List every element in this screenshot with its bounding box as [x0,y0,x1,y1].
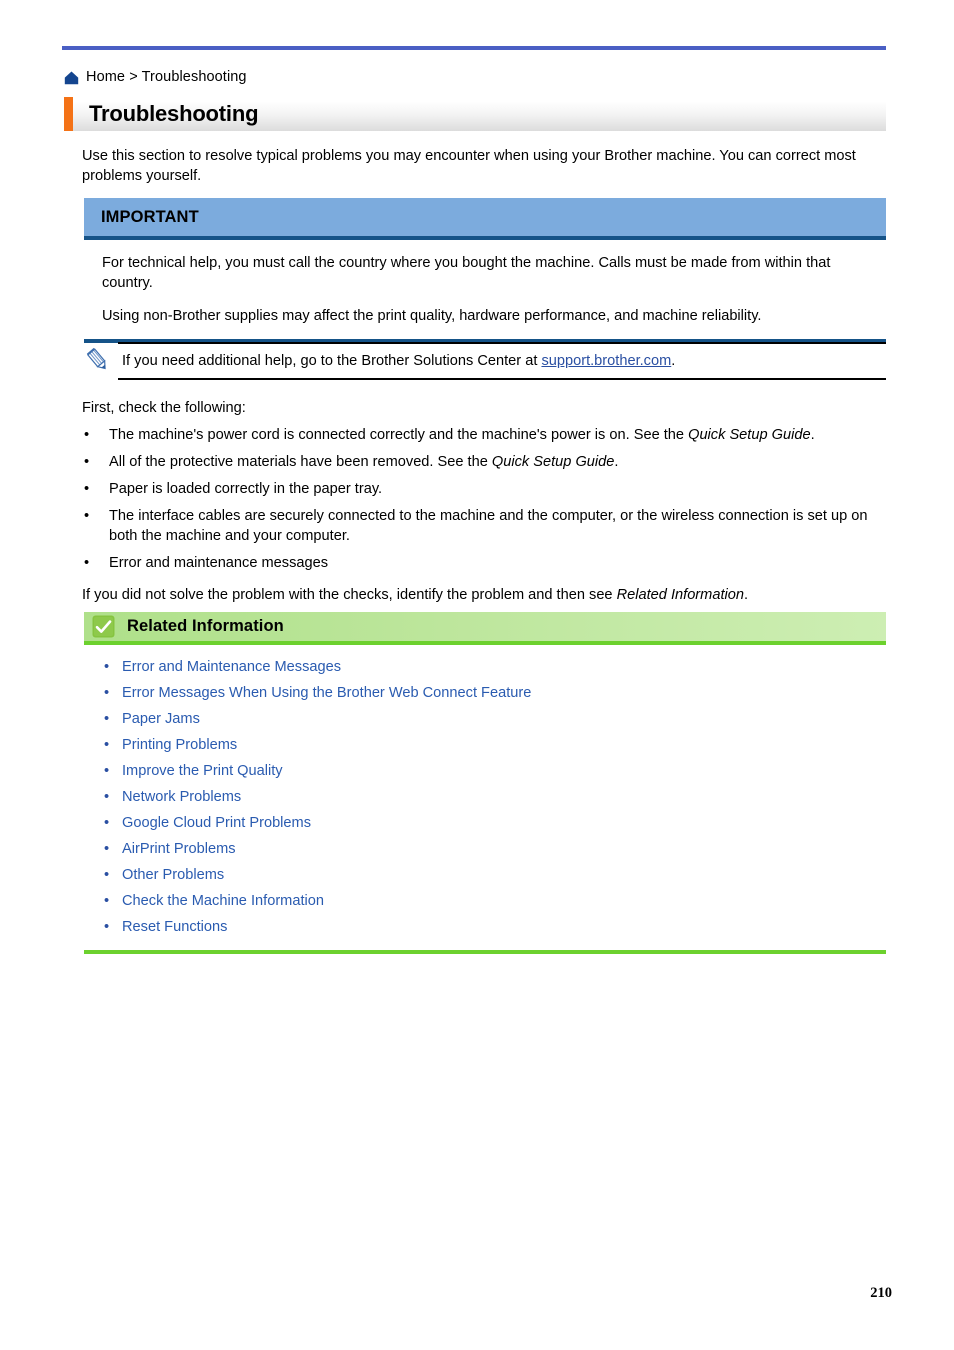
bullet-marker: • [104,685,110,701]
breadcrumb: Home > Troubleshooting [64,66,247,88]
bullet-marker: • [104,737,110,753]
related-link[interactable]: Paper Jams [122,709,200,730]
checks-tail-end: . [743,587,749,603]
related-link[interactable]: Google Cloud Print Problems [122,813,311,834]
bullet-marker: • [84,508,90,524]
list-item: • Other Problems [84,865,886,886]
bullet-marker: • [84,481,90,497]
list-item-tail: . [810,427,815,443]
list-item: • Printing Problems [84,735,886,756]
document-page: Home > Troubleshooting Troubleshooting U… [0,0,954,1350]
list-item-tail: . [614,454,619,470]
bullet-marker: • [104,893,110,909]
related-information-header: Related Information [84,612,886,645]
breadcrumb-text[interactable]: Home > Troubleshooting [86,69,247,85]
related-link[interactable]: Network Problems [122,787,241,808]
note-text: If you need additional help, go to the B… [122,351,886,371]
important-paragraph: For technical help, you must call the co… [102,255,831,291]
list-item-text: All of the protective materials have bee… [109,452,894,472]
list-item-text: Error and maintenance messages [109,555,329,571]
bullet-marker: • [104,711,110,727]
list-item-text: The machine's power cord is connected co… [109,425,894,445]
list-item: • Reset Functions [84,917,886,938]
important-callout: IMPORTANT For technical help, you must c… [84,198,886,343]
list-item-emphasis: Quick Setup Guide [491,454,615,470]
list-item: • The interface cables are securely conn… [82,506,894,546]
related-link[interactable]: Check the Machine Information [122,891,324,912]
note-text-after: . [671,353,676,369]
related-information-section: Related Information • Error and Maintena… [84,612,886,954]
bullet-marker: • [104,789,110,805]
list-item: • Check the Machine Information [84,891,886,912]
list-item-lead: All of the protective materials have bee… [109,454,492,470]
list-item: • Network Problems [84,787,886,808]
list-item: • The machine's power cord is connected … [82,425,894,445]
important-paragraph: Using non-Brother supplies may affect th… [102,308,762,324]
title-accent-marker [64,97,73,131]
list-item-text: The interface cables are securely connec… [109,508,868,544]
support-link[interactable]: support.brother.com [541,353,671,369]
bullet-marker: • [104,763,110,779]
bullet-marker: • [84,454,90,470]
list-item: • All of the protective materials have b… [82,452,894,472]
note-callout: If you need additional help, go to the B… [84,342,886,380]
list-item: • Error Messages When Using the Brother … [84,683,886,704]
bullet-marker: • [84,555,90,571]
bullet-marker: • [104,659,110,675]
list-item: • Paper Jams [84,709,886,730]
checks-lead: First, check the following: [82,400,246,416]
checks-section: First, check the following: • The machin… [82,398,894,605]
bullet-marker: • [104,867,110,883]
related-link[interactable]: AirPrint Problems [122,839,236,860]
related-link[interactable]: Improve the Print Quality [122,761,283,782]
intro-paragraph: Use this section to resolve typical prob… [82,148,856,184]
list-item: • Google Cloud Print Problems [84,813,886,834]
note-text-before: If you need additional help, go to the B… [122,353,542,369]
important-callout-body: For technical help, you must call the co… [84,240,886,343]
list-item: • Error and maintenance messages [82,553,894,573]
related-link[interactable]: Error Messages When Using the Brother We… [122,683,531,704]
header-rule [62,46,886,50]
bullet-marker: • [104,815,110,831]
list-item: • Improve the Print Quality [84,761,886,782]
related-information-title: Related Information [127,617,284,635]
page-number: 210 [870,1285,892,1301]
bullet-marker: • [84,427,90,443]
check-square-icon [92,615,115,638]
page-title: Troubleshooting [89,101,259,126]
checks-tail-emphasis: Related Information [616,587,744,603]
list-item: • AirPrint Problems [84,839,886,860]
page-title-band: Troubleshooting [64,97,886,131]
related-information-list: • Error and Maintenance Messages • Error… [84,645,886,954]
list-item-emphasis: Quick Setup Guide [688,427,811,443]
checks-tail-lead: If you did not solve the problem with th… [82,587,617,603]
related-link[interactable]: Printing Problems [122,735,237,756]
checks-tail: If you did not solve the problem with th… [82,585,894,605]
important-callout-title: IMPORTANT [101,207,199,226]
related-link[interactable]: Error and Maintenance Messages [122,657,341,678]
home-icon[interactable] [64,71,79,85]
related-link[interactable]: Other Problems [122,865,224,886]
note-callout-body: If you need additional help, go to the B… [118,342,886,380]
list-item: • Error and Maintenance Messages [84,657,886,678]
pencil-icon [84,346,112,374]
list-item-lead: The machine's power cord is connected co… [109,427,689,443]
important-callout-header: IMPORTANT [84,198,886,240]
bullet-marker: • [104,919,110,935]
related-link[interactable]: Reset Functions [122,917,227,938]
list-item: • Paper is loaded correctly in the paper… [82,479,894,499]
list-item-text: Paper is loaded correctly in the paper t… [109,481,383,497]
bullet-marker: • [104,841,110,857]
